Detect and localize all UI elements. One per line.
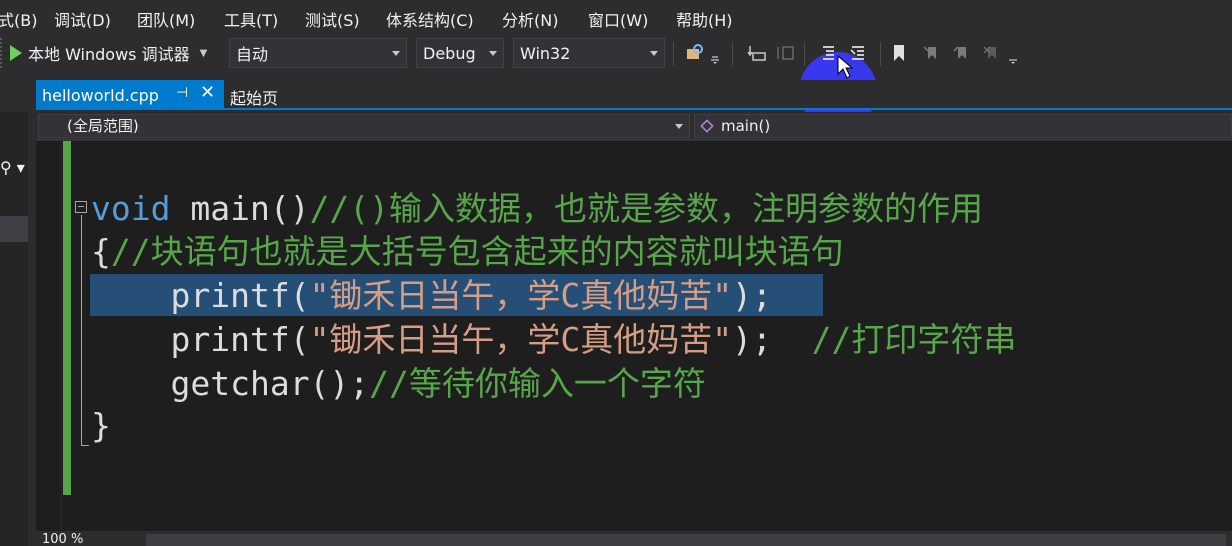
step-over-icon[interactable] <box>774 42 796 64</box>
menu-team[interactable]: 团队(M) <box>137 7 195 31</box>
mouse-pointer-icon <box>836 54 854 80</box>
editor-gutter[interactable] <box>36 141 62 531</box>
menu-architecture[interactable]: 体系结构(C) <box>386 7 474 31</box>
step-into-icon[interactable] <box>746 42 768 64</box>
zoom-level[interactable]: 100 % <box>42 532 83 546</box>
chevron-down-icon[interactable]: ▼ <box>200 48 208 59</box>
keyword-void: void <box>91 189 171 228</box>
scope-value: (全局范围) <box>67 117 139 135</box>
code-line-1: void main()//()输入数据，也就是参数，注明参数的作用 <box>91 189 983 229</box>
chevron-down-icon <box>489 51 497 56</box>
function-call: printf( <box>170 276 310 315</box>
find-in-files-icon[interactable] <box>684 42 706 64</box>
platform-combo[interactable]: Win32 <box>513 38 665 68</box>
auto-combo[interactable]: 自动 <box>229 38 407 68</box>
config-combo[interactable]: Debug <box>416 38 504 68</box>
fold-guide-end <box>81 445 89 446</box>
tab-underline <box>36 108 1232 110</box>
code-editor[interactable]: void main()//()输入数据，也就是参数，注明参数的作用 {//块语句… <box>36 141 1232 531</box>
tab-helloworld-cpp[interactable]: helloworld.cpp ⊣ ✕ <box>36 80 224 110</box>
menu-debug[interactable]: 调试(D) <box>54 7 111 31</box>
chevron-down-icon <box>650 51 658 56</box>
menu-bar: 式(B) 调试(D) 团队(M) 工具(T) 测试(S) 体系结构(C) 分析(… <box>0 0 1232 34</box>
platform-combo-value: Win32 <box>520 43 571 63</box>
function-call: printf( <box>170 320 310 359</box>
toolbar-separator <box>732 42 733 66</box>
document-tabs: helloworld.cpp ⊣ ✕ 起始页 <box>0 80 1232 110</box>
chevron-down-icon <box>392 51 400 56</box>
tab-start-page[interactable]: 起始页 <box>230 85 278 109</box>
close-icon[interactable]: ✕ <box>200 82 215 103</box>
panel-selected-item[interactable] <box>0 216 28 242</box>
run-debugger-button[interactable]: 本地 Windows 调试器 ▼ <box>10 39 207 67</box>
clear-bookmarks-icon[interactable] <box>980 42 1002 64</box>
string-literal: "锄禾日当午，学C真他妈苦" <box>309 276 733 315</box>
comment: //打印字符串 <box>811 320 1017 359</box>
chevron-down-icon[interactable] <box>708 48 722 70</box>
menu-analyze[interactable]: 分析(N) <box>502 7 558 31</box>
run-debugger-label: 本地 Windows 调试器 <box>28 45 190 64</box>
code-line-3: printf("锄禾日当午，学C真他妈苦"); <box>91 276 772 316</box>
pin-icon[interactable]: ⊣ <box>176 85 188 101</box>
panel-dropdown-icon[interactable]: ⚲ ▾ <box>0 158 25 177</box>
menu-build[interactable]: 式(B) <box>0 7 37 31</box>
toolbar-grip[interactable] <box>0 38 4 68</box>
next-bookmark-icon[interactable] <box>950 42 972 64</box>
menu-test[interactable]: 测试(S) <box>305 7 360 31</box>
bookmark-icon[interactable] <box>888 42 910 64</box>
comment: //等待你输入一个字符 <box>369 364 706 403</box>
navigation-bar: (全局范围) main() <box>36 112 1232 140</box>
config-combo-value: Debug <box>423 43 476 63</box>
menu-tools[interactable]: 工具(T) <box>224 7 278 31</box>
code-line-4: printf("锄禾日当午，学C真他妈苦"); //打印字符串 <box>91 320 1016 360</box>
code-line-6: } <box>91 406 111 446</box>
toolbar-separator <box>880 42 881 66</box>
code-line-5: getchar();//等待你输入一个字符 <box>91 364 706 404</box>
side-panel: ⚲ ▾ <box>0 112 28 546</box>
toolbar: 本地 Windows 调试器 ▼ 自动 Debug Win32 <box>0 34 1232 130</box>
member-value: main() <box>721 117 771 135</box>
function-call: getchar(); <box>170 364 370 403</box>
function-name: main() <box>170 189 310 228</box>
close-brace: } <box>91 406 111 445</box>
code-line-2: {//块语句也就是大括号包含起来的内容就叫块语句 <box>91 232 844 272</box>
auto-combo-value: 自动 <box>236 45 269 64</box>
toolbar-separator <box>673 42 674 66</box>
editor-bottom-bar: 100 % <box>36 531 1232 546</box>
open-brace: { <box>91 232 111 271</box>
tab-label: helloworld.cpp <box>42 85 159 105</box>
comment: //()输入数据，也就是参数，注明参数的作用 <box>309 189 984 228</box>
comment: //块语句也就是大括号包含起来的内容就叫块语句 <box>110 232 844 271</box>
collapse-icon[interactable] <box>75 201 87 213</box>
menu-help[interactable]: 帮助(H) <box>676 7 733 31</box>
play-icon <box>10 45 22 61</box>
statement-end: ); <box>732 276 772 315</box>
horizontal-scrollbar[interactable] <box>146 534 1226 546</box>
change-indicator <box>63 141 71 495</box>
prev-bookmark-icon[interactable] <box>920 42 942 64</box>
toolbar-separator <box>804 42 805 66</box>
function-icon <box>700 119 714 133</box>
member-dropdown[interactable]: main() <box>694 114 1232 138</box>
menu-window[interactable]: 窗口(W) <box>588 7 648 31</box>
scope-dropdown[interactable]: (全局范围) <box>38 114 690 138</box>
fold-guide <box>81 215 82 445</box>
chevron-down-icon <box>675 124 683 129</box>
string-literal: "锄禾日当午，学C真他妈苦" <box>309 320 733 359</box>
chevron-down-icon[interactable] <box>1006 48 1020 70</box>
statement-end: ); <box>732 320 812 359</box>
